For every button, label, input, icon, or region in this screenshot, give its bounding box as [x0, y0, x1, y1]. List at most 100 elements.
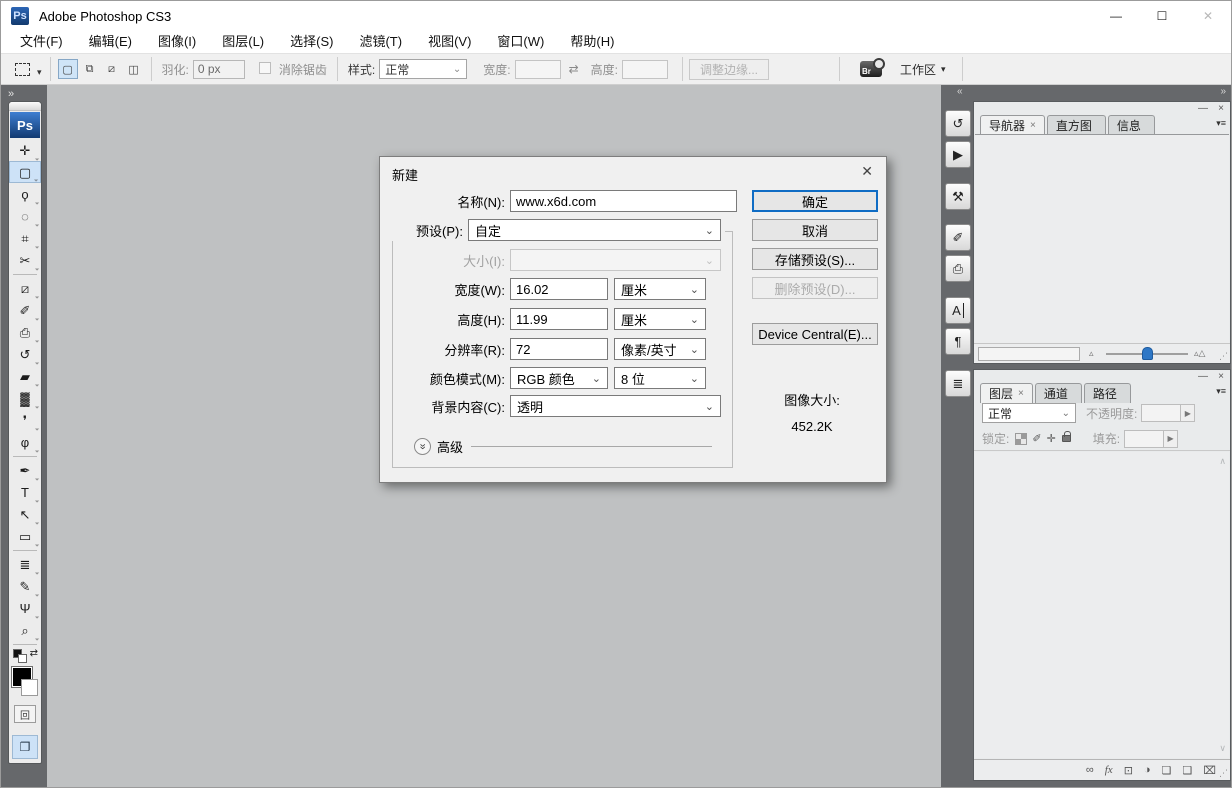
- width-input[interactable]: [510, 278, 608, 300]
- tool-blur[interactable]: ❜: [9, 409, 41, 431]
- screen-mode-button[interactable]: ❐: [12, 735, 38, 759]
- tool-crop[interactable]: ⌗: [9, 227, 41, 249]
- mode-button-new-selection[interactable]: ▢: [58, 59, 78, 79]
- close-button[interactable]: ✕: [1185, 1, 1231, 31]
- layers-action-layer-mask[interactable]: ⊡: [1124, 764, 1133, 777]
- toolbox-collapse-icon[interactable]: »: [1, 85, 47, 100]
- zoom-in-icon[interactable]: ▵△: [1194, 348, 1205, 359]
- refine-edge-button[interactable]: 调整边缘...: [689, 59, 769, 80]
- tab-info[interactable]: 信息: [1108, 115, 1155, 135]
- tool-clone-stamp[interactable]: ⎙: [9, 321, 41, 343]
- tool-path-selection[interactable]: ↖: [9, 503, 41, 525]
- tool-notes[interactable]: ≣: [9, 553, 41, 575]
- zoom-out-icon[interactable]: ▵: [1089, 348, 1094, 359]
- background-dropdown[interactable]: 透明 ⌄: [510, 395, 721, 417]
- width-unit-dropdown[interactable]: 厘米 ⌄: [614, 278, 706, 300]
- tool-zoom[interactable]: ⌕: [9, 619, 41, 641]
- resize-grip-icon[interactable]: ⋰: [1219, 768, 1228, 779]
- layers-action-new-group[interactable]: ❏: [1162, 764, 1172, 777]
- menu-item[interactable]: 编辑(E): [76, 31, 145, 53]
- tab-close-icon[interactable]: ×: [1018, 388, 1024, 399]
- scroll-down-icon[interactable]: ∨: [1219, 743, 1226, 754]
- tool-preset-arrow-icon[interactable]: ▾: [37, 67, 42, 78]
- tool-healing-brush[interactable]: ⧄: [9, 277, 41, 299]
- opacity-input[interactable]: [1141, 404, 1181, 422]
- blend-mode-dropdown[interactable]: 正常 ⌄: [982, 403, 1076, 423]
- menu-item[interactable]: 滤镜(T): [346, 31, 415, 53]
- strip-history[interactable]: ↺: [945, 110, 971, 137]
- zoom-slider-thumb[interactable]: [1142, 347, 1153, 360]
- strip-brushes[interactable]: ✐: [945, 224, 971, 251]
- fill-input[interactable]: [1124, 430, 1164, 448]
- menu-item[interactable]: 视图(V): [415, 31, 484, 53]
- height-input[interactable]: [510, 308, 608, 330]
- tool-brush[interactable]: ✐: [9, 299, 41, 321]
- bridge-icon[interactable]: Br: [860, 61, 882, 77]
- tool-dodge[interactable]: φ: [9, 431, 41, 453]
- height-unit-dropdown[interactable]: 厘米 ⌄: [614, 308, 706, 330]
- strip-clone-source[interactable]: ⎙: [945, 255, 971, 282]
- zoom-slider[interactable]: [1106, 353, 1188, 355]
- layers-action-new-layer[interactable]: ❑: [1182, 764, 1192, 777]
- menu-item[interactable]: 帮助(H): [557, 31, 627, 53]
- dialog-button-ok[interactable]: 确定: [752, 190, 878, 212]
- current-tool-icon[interactable]: [9, 58, 35, 80]
- default-colors-bg-icon[interactable]: [18, 654, 27, 663]
- panel-close-icon[interactable]: ×: [1218, 371, 1224, 382]
- toolbox-grip[interactable]: [9, 102, 41, 111]
- lock-image-icon[interactable]: ✐: [1032, 432, 1041, 445]
- tool-history-brush[interactable]: ↺: [9, 343, 41, 365]
- panel-minimize-icon[interactable]: —: [1198, 371, 1208, 382]
- lock-all-icon[interactable]: [1062, 435, 1071, 442]
- strip-layer-comps[interactable]: ≣: [945, 370, 971, 397]
- minimize-button[interactable]: —: [1093, 1, 1139, 31]
- strip-tool-presets[interactable]: ⚒: [945, 183, 971, 210]
- panel-menu-icon[interactable]: ▾≡: [1216, 118, 1226, 129]
- strip-actions[interactable]: ▶: [945, 141, 971, 168]
- tool-move[interactable]: ✛: [9, 139, 41, 161]
- strip-paragraph[interactable]: ¶: [945, 328, 971, 355]
- name-input[interactable]: [510, 190, 737, 212]
- zoom-percent-input[interactable]: [978, 347, 1080, 361]
- scroll-up-icon[interactable]: ∧: [1219, 456, 1226, 467]
- dialog-button-device-central[interactable]: Device Central(E)...: [752, 323, 878, 345]
- fill-arrow-icon[interactable]: ▶: [1164, 430, 1178, 448]
- layers-action-adjustment-layer[interactable]: ◑: [1144, 764, 1151, 776]
- tab-navigator[interactable]: 导航器×: [980, 115, 1045, 135]
- tool-eyedropper[interactable]: ✎: [9, 575, 41, 597]
- panel-close-icon[interactable]: ×: [1218, 103, 1224, 114]
- quick-mask-button[interactable]: 回: [14, 705, 36, 723]
- dialog-button-cancel[interactable]: 取消: [752, 219, 878, 241]
- mode-button-add-to-selection[interactable]: ⧉: [80, 59, 100, 79]
- tool-type[interactable]: T: [9, 481, 41, 503]
- swap-dimensions-icon[interactable]: ⇄: [569, 62, 579, 76]
- layers-action-link[interactable]: ∞: [1086, 764, 1094, 776]
- resolution-unit-dropdown[interactable]: 像素/英寸 ⌄: [614, 338, 706, 360]
- panel-minimize-icon[interactable]: —: [1198, 103, 1208, 114]
- tool-gradient[interactable]: ▓: [9, 387, 41, 409]
- resize-grip-icon[interactable]: ⋰: [1219, 351, 1228, 362]
- preset-dropdown[interactable]: 自定 ⌄: [468, 219, 721, 241]
- tool-eraser[interactable]: ▰: [9, 365, 41, 387]
- workspace-menu[interactable]: 工作区 ▾: [900, 61, 946, 78]
- mode-button-intersect-selection[interactable]: ◫: [124, 59, 144, 79]
- layers-action-layer-style[interactable]: fx: [1105, 764, 1113, 776]
- opacity-arrow-icon[interactable]: ▶: [1181, 404, 1195, 422]
- layers-action-delete-layer[interactable]: ⌧: [1203, 764, 1216, 777]
- menu-item[interactable]: 文件(F): [7, 31, 76, 53]
- tool-pen[interactable]: ✒: [9, 459, 41, 481]
- menu-item[interactable]: 选择(S): [277, 31, 346, 53]
- advanced-expand-button[interactable]: »: [414, 438, 431, 455]
- tool-quick-selection[interactable]: ◌: [9, 205, 41, 227]
- lock-transparency-icon[interactable]: [1015, 433, 1027, 445]
- dialog-button-save-preset[interactable]: 存储预设(S)...: [752, 248, 878, 270]
- tab-close-icon[interactable]: ×: [1030, 120, 1036, 131]
- dialog-button-delete-preset[interactable]: 删除预设(D)...: [752, 277, 878, 299]
- menu-item[interactable]: 图层(L): [209, 31, 277, 53]
- color-mode-dropdown[interactable]: RGB 颜色 ⌄: [510, 367, 608, 389]
- strip-character[interactable]: A: [945, 297, 971, 324]
- feather-input[interactable]: [193, 60, 245, 79]
- tool-shape[interactable]: ▭: [9, 525, 41, 547]
- expand-dock-icon[interactable]: »: [1220, 86, 1225, 97]
- mode-button-subtract-from-selection[interactable]: ⧄: [102, 59, 122, 79]
